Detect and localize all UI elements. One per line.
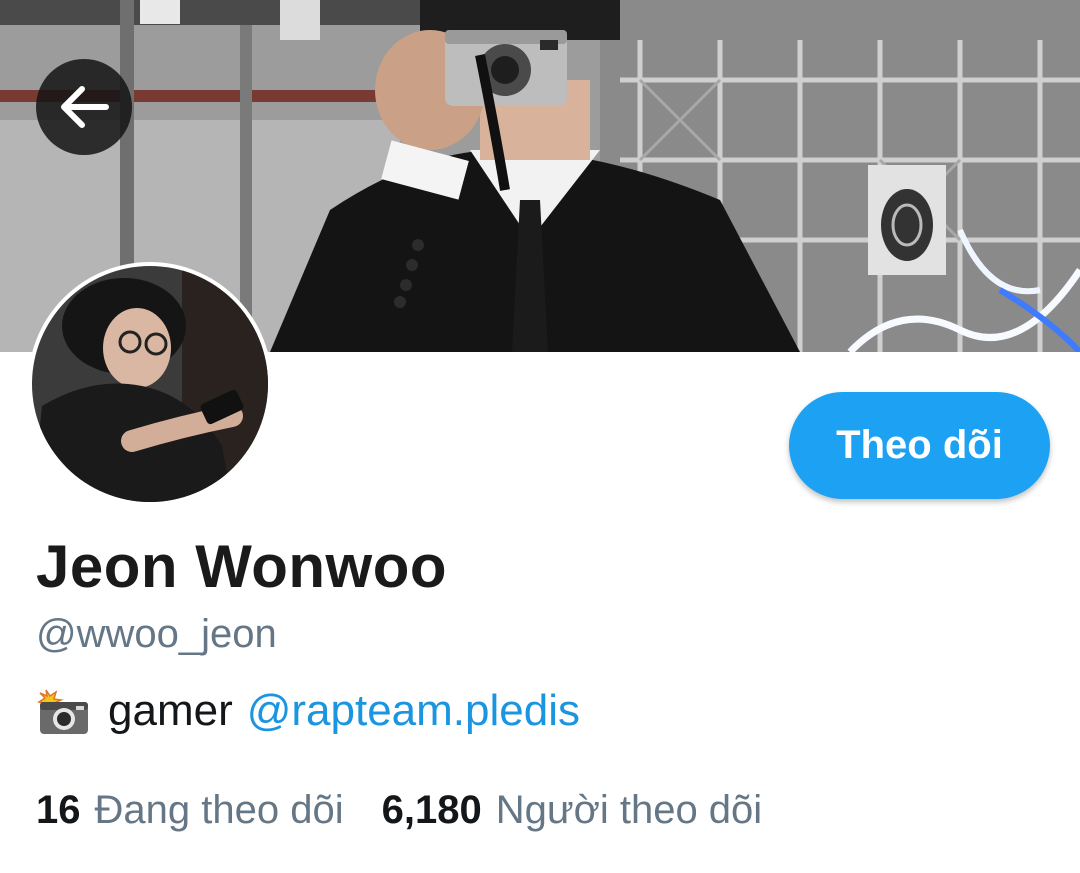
profile-page: Theo dõi Jeon Wonwoo @wwoo_jeon gamer @r… [0,0,1080,873]
follow-button[interactable]: Theo dõi [789,392,1050,499]
avatar-photo [32,266,268,502]
arrow-left-icon [61,86,109,128]
profile-avatar[interactable] [28,262,272,506]
bio-text: gamer [108,686,233,735]
bio-mention-link[interactable]: @rapteam.pledis [247,686,580,736]
profile-bio: gamer @rapteam.pledis [36,686,580,736]
following-stat[interactable]: 16 Đang theo dõi [36,788,344,833]
followers-label: Người theo dõi [495,788,763,832]
profile-handle: @wwoo_jeon [36,612,277,656]
followers-count: 6,180 [381,788,482,832]
camera-with-flash-icon [36,686,92,736]
back-button[interactable] [36,59,132,155]
profile-display-name: Jeon Wonwoo [36,533,448,600]
follow-button-label: Theo dõi [836,423,1003,467]
followers-stat[interactable]: 6,180 Người theo dõi [382,788,763,833]
profile-stats: 16 Đang theo dõi 6,180 Người theo dõi [36,788,762,833]
following-label: Đang theo dõi [94,788,344,832]
following-count: 16 [36,788,81,832]
